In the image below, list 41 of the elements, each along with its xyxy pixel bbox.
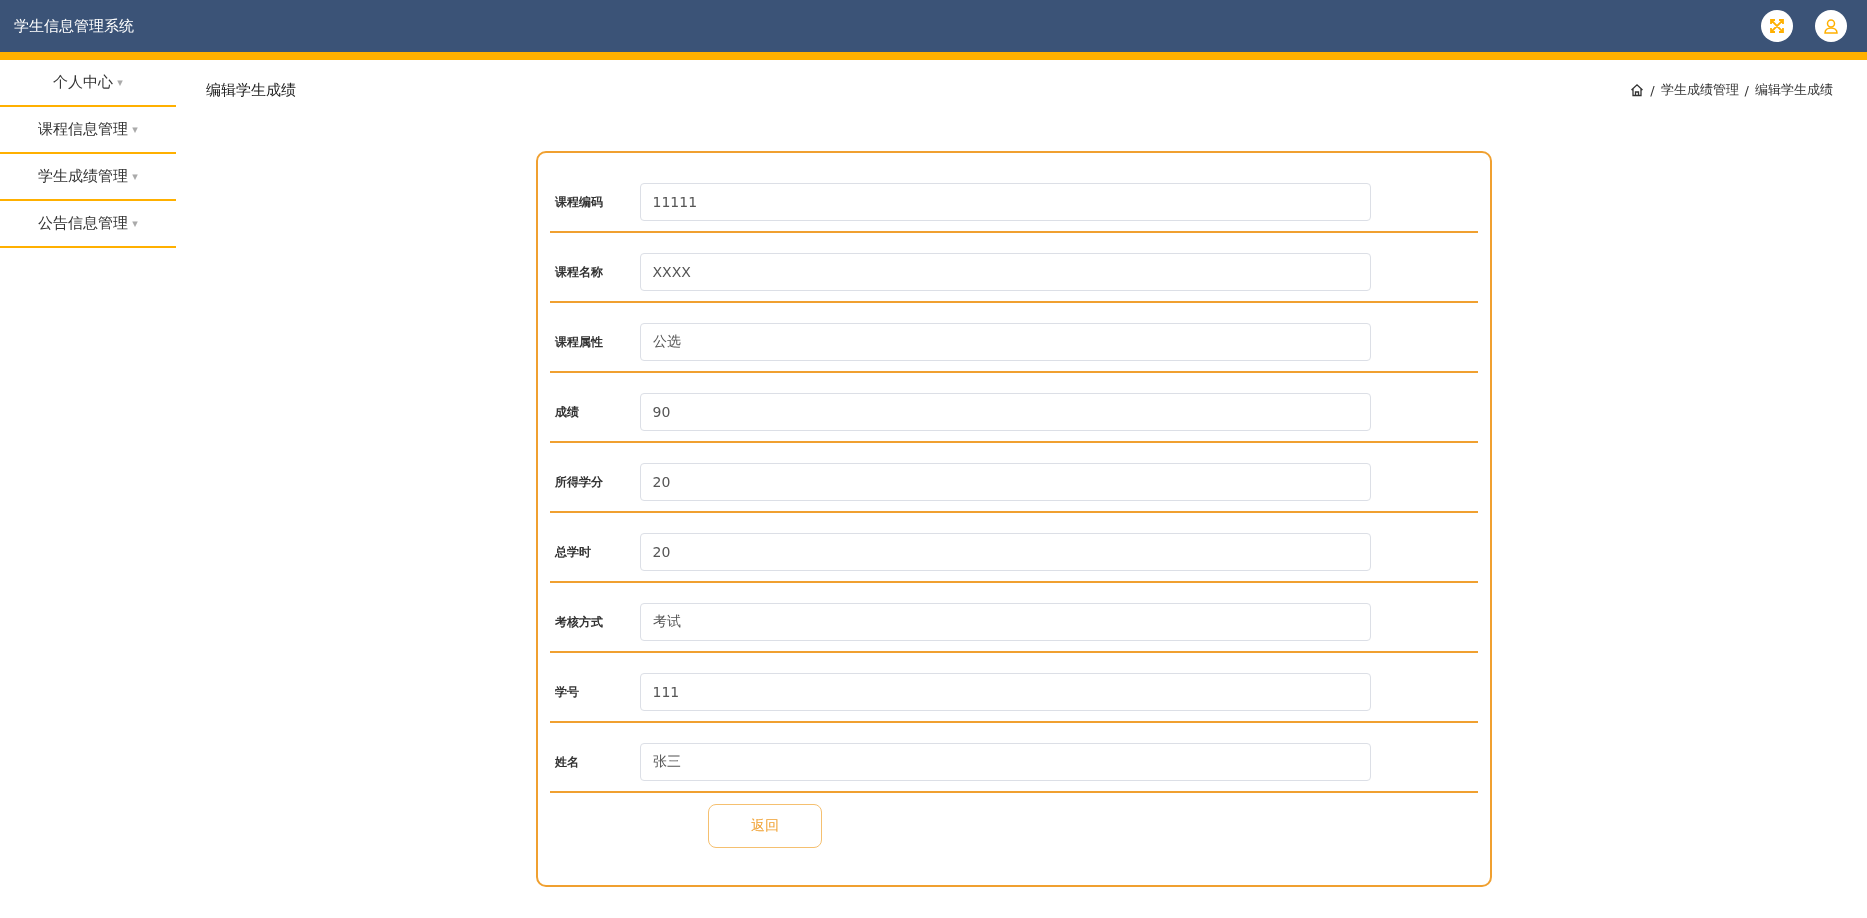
- sidebar-label: 学生成绩管理: [38, 167, 129, 186]
- caret-icon: ▾: [132, 170, 138, 183]
- breadcrumb-separator: /: [1744, 82, 1749, 98]
- field-label: 课程名称: [553, 263, 604, 281]
- input-field[interactable]: 11111: [639, 183, 1371, 221]
- field-label: 成绩: [553, 403, 580, 421]
- input-field[interactable]: 90: [639, 393, 1371, 431]
- sidebar-item[interactable]: 个人中心 ▾: [0, 60, 176, 107]
- app-title: 学生信息管理系统: [14, 16, 134, 36]
- sidebar-item[interactable]: 公告信息管理 ▾: [0, 201, 176, 248]
- home-icon[interactable]: [1630, 83, 1645, 97]
- field-label: 姓名: [553, 753, 580, 771]
- sidebar-label: 课程信息管理: [38, 120, 129, 139]
- field-label: 课程编码: [553, 193, 604, 211]
- sidebar-item[interactable]: 学生成绩管理 ▾: [0, 154, 176, 201]
- fullscreen-button[interactable]: [1761, 10, 1793, 42]
- input-field[interactable]: 111: [639, 673, 1371, 711]
- breadcrumb-link[interactable]: 编辑学生成绩: [1755, 81, 1833, 99]
- field-label: 考核方式: [553, 613, 604, 631]
- user-icon: [1823, 18, 1839, 34]
- caret-icon: ▾: [117, 76, 123, 89]
- page-title: 编辑学生成绩: [206, 80, 296, 100]
- user-button[interactable]: [1815, 10, 1847, 42]
- field-label: 总学时: [553, 543, 592, 561]
- caret-icon: ▾: [132, 123, 138, 136]
- breadcrumb-separator: /: [1650, 82, 1655, 98]
- input-field[interactable]: 考试: [639, 603, 1371, 641]
- sidebar-item[interactable]: 课程信息管理 ▾: [0, 107, 176, 154]
- field-label: 所得学分: [553, 473, 604, 491]
- input-field[interactable]: 20: [639, 533, 1371, 571]
- input-field[interactable]: 张三: [639, 743, 1371, 781]
- field-label: 课程属性: [553, 333, 604, 351]
- caret-icon: ▾: [132, 217, 138, 230]
- input-field[interactable]: 公选: [639, 323, 1371, 361]
- input-field[interactable]: 20: [639, 463, 1371, 501]
- field-label: 学号: [553, 683, 580, 701]
- sidebar-label: 公告信息管理: [38, 214, 129, 233]
- breadcrumb-link[interactable]: 学生成绩管理: [1660, 81, 1739, 99]
- sidebar-label: 个人中心: [53, 73, 114, 92]
- fullscreen-icon: [1769, 18, 1785, 34]
- input-field[interactable]: XXXX: [639, 253, 1371, 291]
